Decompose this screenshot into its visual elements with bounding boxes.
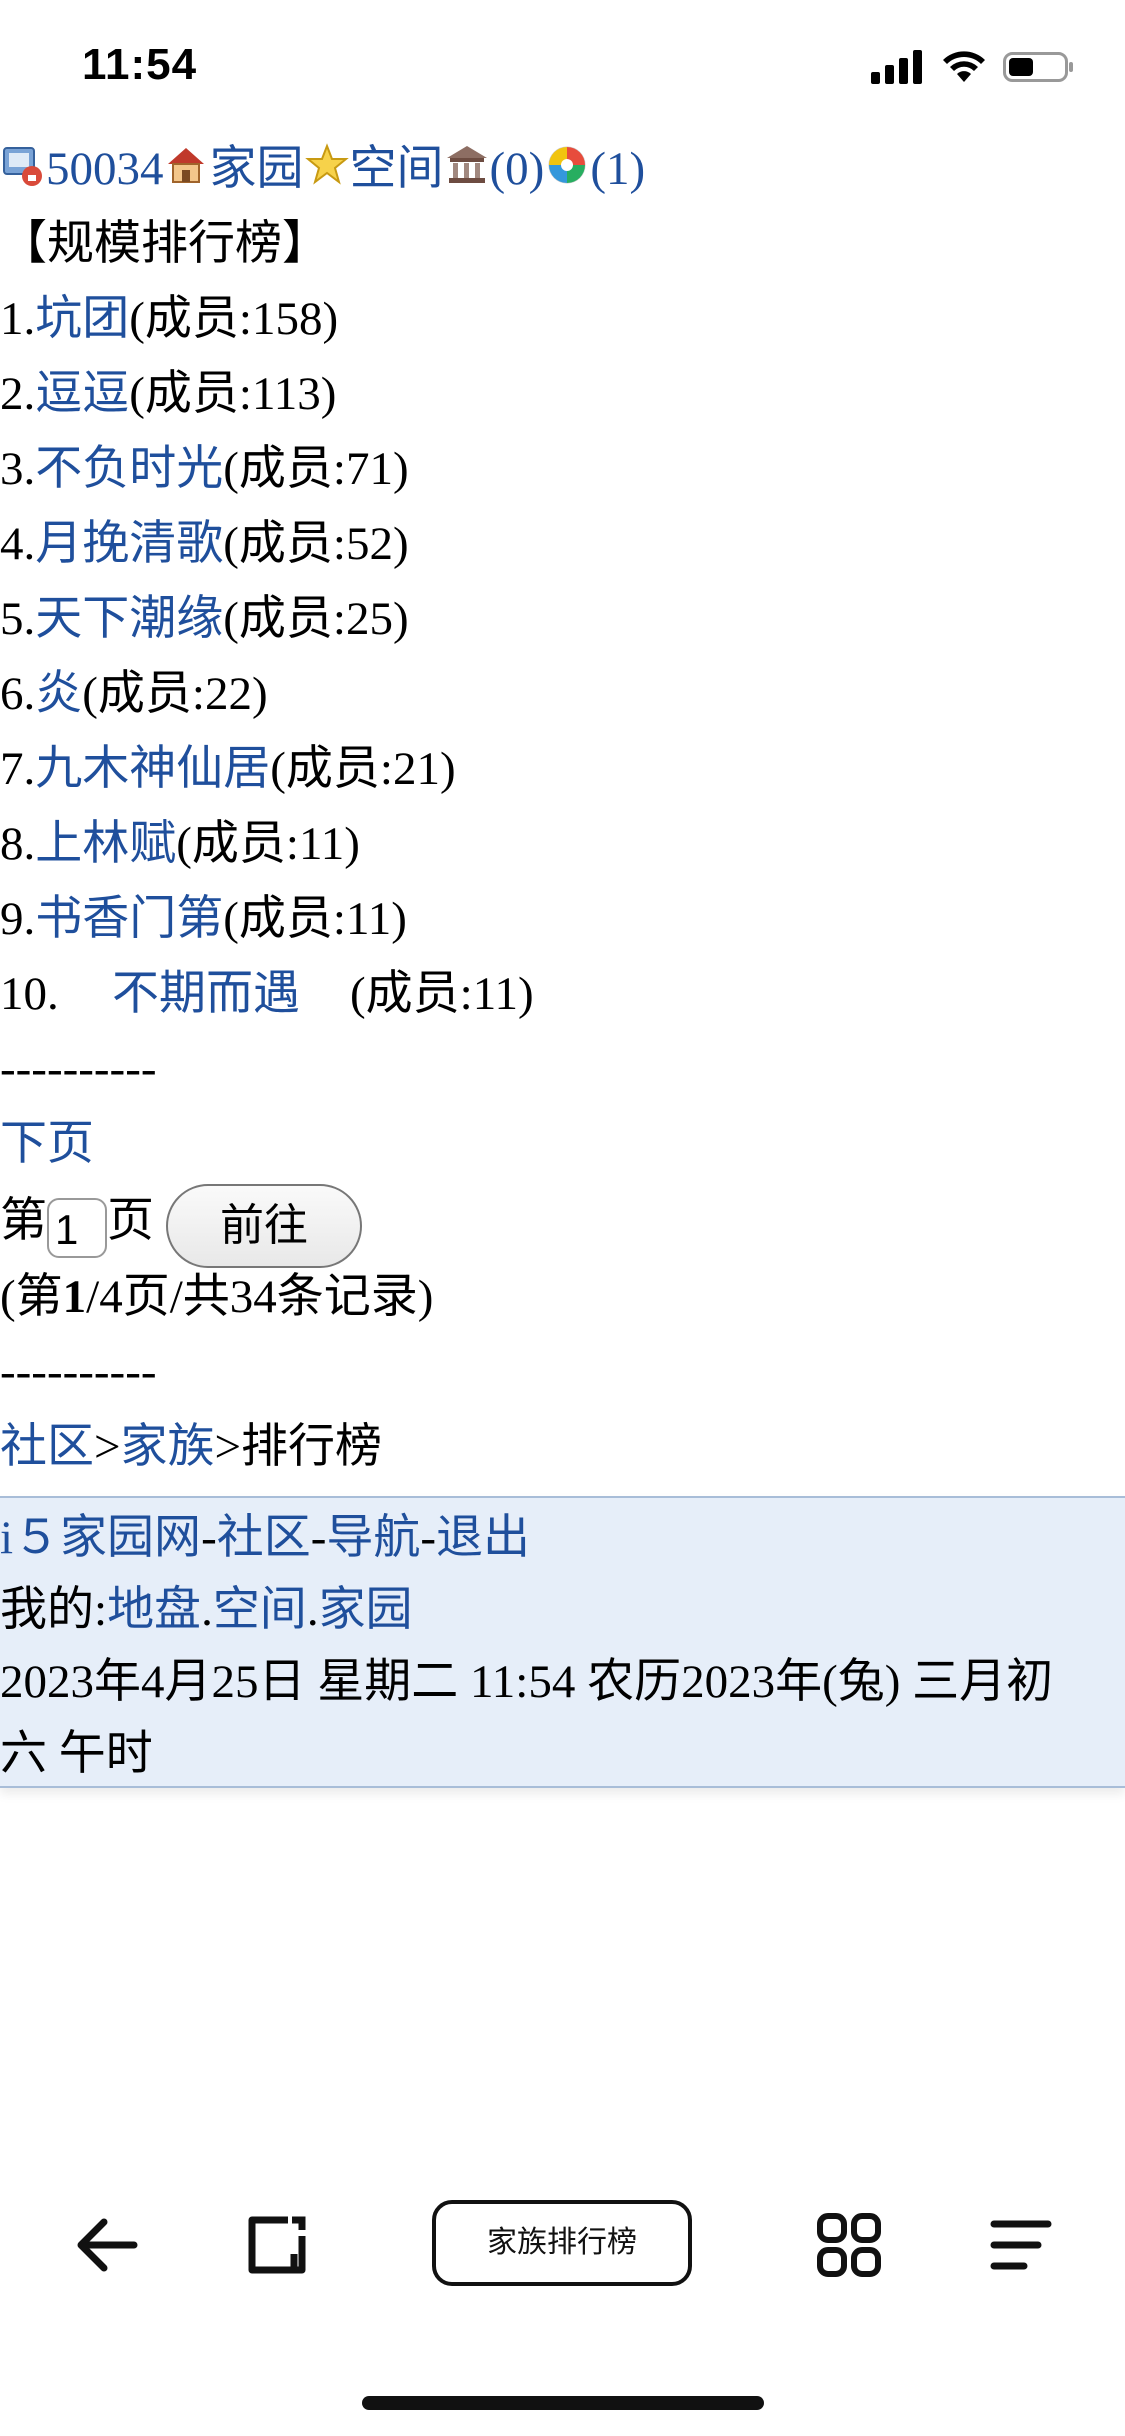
- logout-link[interactable]: 退出: [436, 1512, 530, 1564]
- browser-toolbar: 家族排行榜: [0, 2180, 1125, 2310]
- tab-title-button[interactable]: 家族排行榜: [432, 2200, 692, 2286]
- footer: i５家园网-社区-导航-退出 我的:地盘.空间.家园 2023年4月25日 星期…: [0, 1496, 1125, 1788]
- footer-home-link[interactable]: 家园: [319, 1584, 413, 1636]
- wifi-icon: [943, 51, 985, 82]
- family-link[interactable]: 上林赋: [35, 818, 176, 870]
- family-link[interactable]: 书香门第: [35, 893, 223, 945]
- family-link[interactable]: 逗逗: [35, 368, 129, 420]
- battery-icon: [1003, 52, 1073, 82]
- nav-link[interactable]: 导航: [326, 1512, 420, 1564]
- family-link[interactable]: 炎: [35, 668, 82, 720]
- list-item: 8.上林赋(成员:11): [0, 818, 360, 870]
- breadcrumb-current: 排行榜: [241, 1421, 383, 1473]
- status-bar: 11:54: [0, 0, 1125, 135]
- breadcrumb-community[interactable]: 社区: [0, 1421, 94, 1473]
- date-line-continued: 六 午时: [0, 1728, 153, 1780]
- bank-icon: [444, 136, 490, 183]
- bank-count-link[interactable]: (0): [490, 143, 545, 195]
- breadcrumb-family[interactable]: 家族: [121, 1421, 215, 1473]
- apps-grid-icon[interactable]: [804, 2200, 894, 2290]
- breadcrumb: 社区>家族>排行榜: [0, 1421, 383, 1473]
- pinwheel-icon: [544, 136, 590, 184]
- list-item: 5.天下潮缘(成员:25): [0, 593, 409, 645]
- status-icons: [871, 50, 1075, 84]
- territory-link[interactable]: 地盘: [107, 1584, 201, 1636]
- next-page-link[interactable]: 下页: [0, 1118, 94, 1170]
- list-item: 10. 不期而遇 (成员:11): [0, 957, 1125, 1032]
- menu-icon[interactable]: [976, 2200, 1066, 2290]
- footer-links: i５家园网-社区-导航-退出: [0, 1512, 531, 1564]
- site-link[interactable]: i５家园网: [0, 1512, 201, 1564]
- page-content: 50034 家园 空间 (0) (1) 【规模排行榜】 1.坑团(成员:158)…: [0, 132, 1125, 1485]
- page-number-input[interactable]: 1: [47, 1198, 107, 1258]
- divider: ----------: [0, 1043, 157, 1095]
- footer-space-link[interactable]: 空间: [213, 1584, 307, 1636]
- space-link[interactable]: 空间: [350, 143, 444, 195]
- family-link[interactable]: 不期而遇: [112, 957, 300, 1032]
- date-line: 2023年4月25日 星期二 11:54 农历2023年(兔) 三月初: [0, 1656, 1054, 1708]
- list-item: 2.逗逗(成员:113): [0, 368, 337, 420]
- go-button[interactable]: 前往: [166, 1184, 362, 1268]
- star-icon: [304, 136, 350, 185]
- home-link[interactable]: 家园: [210, 143, 304, 195]
- list-item: 7.九木神仙居(成员:21): [0, 743, 456, 795]
- community-link[interactable]: 社区: [217, 1512, 311, 1564]
- family-link[interactable]: 不负时光: [35, 443, 223, 495]
- list-item: 9.书香门第(成员:11): [0, 893, 407, 945]
- page-title: 【规模排行榜】: [0, 218, 329, 270]
- list-item: 4.月挽清歌(成员:52): [0, 518, 409, 570]
- list-item: 3.不负时光(成员:71): [0, 443, 409, 495]
- family-link[interactable]: 坑团: [35, 293, 129, 345]
- divider: ----------: [0, 1346, 157, 1398]
- family-link[interactable]: 天下潮缘: [35, 593, 223, 645]
- list-item: 1.坑团(成员:158): [0, 293, 339, 345]
- back-arrow-icon[interactable]: [62, 2200, 152, 2290]
- family-link[interactable]: 月挽清歌: [35, 518, 223, 570]
- footer-mine: 我的:地盘.空间.家园: [0, 1584, 413, 1636]
- user-icon: [0, 136, 46, 186]
- extra-count-link[interactable]: (1): [590, 143, 645, 195]
- signal-icon: [871, 50, 922, 84]
- record-info: (第1/4页/共34条记录): [0, 1271, 434, 1323]
- family-link[interactable]: 九木神仙居: [35, 743, 270, 795]
- status-time: 11:54: [82, 40, 198, 89]
- top-nav: 50034 家园 空间 (0) (1): [0, 132, 1125, 207]
- tabs-icon[interactable]: [232, 2200, 322, 2290]
- list-item: 6.炎(成员:22): [0, 668, 268, 720]
- home-indicator: [362, 2396, 764, 2410]
- home-icon: [164, 136, 210, 183]
- page-jump: 第 1 页前往: [0, 1182, 1125, 1268]
- user-id-link[interactable]: 50034: [46, 143, 164, 195]
